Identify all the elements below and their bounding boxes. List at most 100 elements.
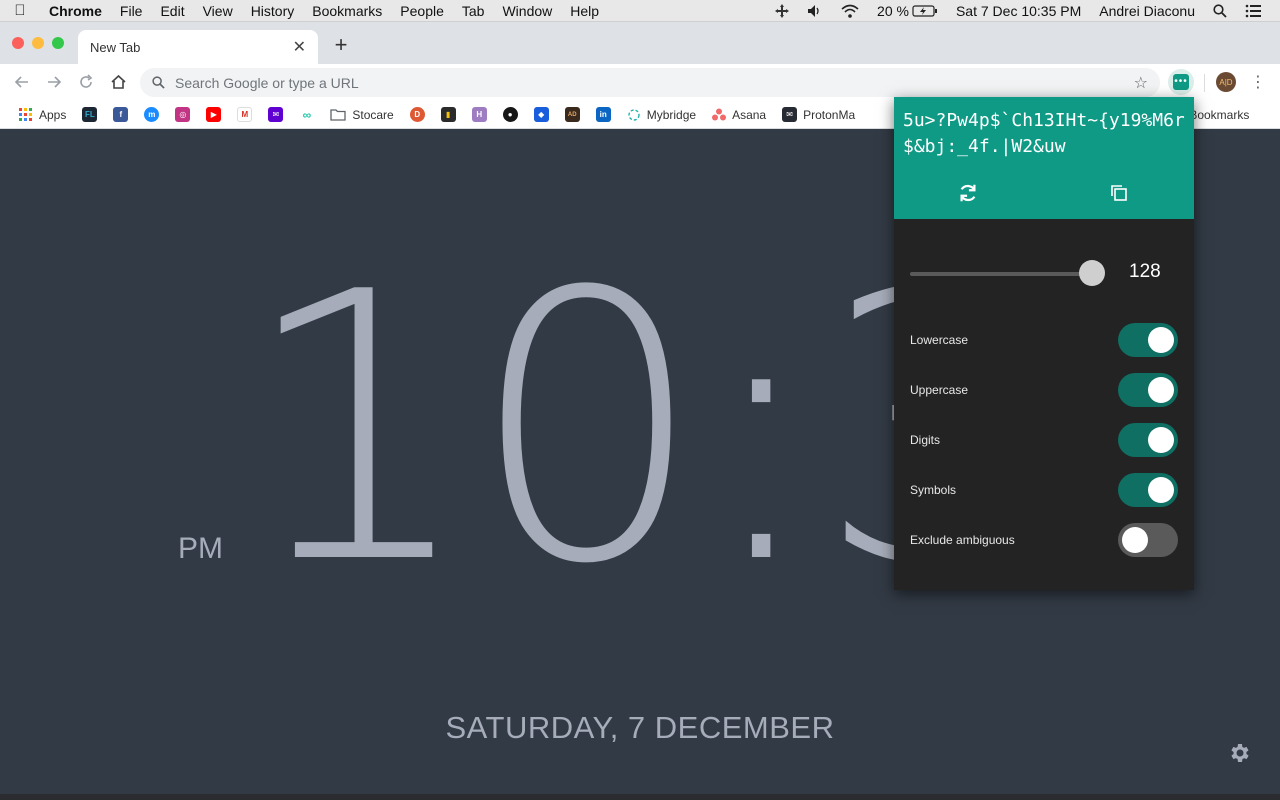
menu-file[interactable]: File (111, 3, 152, 19)
omnibox-input[interactable] (175, 74, 1134, 91)
menu-window[interactable]: Window (493, 3, 561, 19)
lowercase-toggle[interactable] (1118, 323, 1178, 357)
reload-button[interactable] (70, 66, 102, 98)
notification-center-icon[interactable] (1236, 4, 1270, 18)
reload-icon (80, 74, 93, 88)
refresh-icon (960, 184, 976, 202)
gmail-icon: M (237, 107, 253, 122)
protonmail-icon: ✉ (782, 107, 798, 122)
linkedin-icon: in (595, 107, 611, 122)
menu-people[interactable]: People (391, 3, 453, 19)
menu-view[interactable]: View (194, 3, 242, 19)
bookmark-github[interactable]: ● (495, 107, 526, 122)
macos-menu-bar:  Chrome File Edit View History Bookmark… (0, 0, 1280, 22)
bookmark-asana[interactable]: Asana (704, 108, 774, 122)
bookmark-apps[interactable]: Apps (10, 107, 74, 122)
toggle-knob (1148, 327, 1174, 353)
status-area: 20 % Sat 7 Dec 10:35 PM Andrei Diaconu (766, 3, 1280, 19)
bookmark-messenger[interactable]: m (136, 107, 167, 122)
forward-arrow-icon (48, 76, 62, 88)
battery-status[interactable]: 20 % (868, 3, 947, 19)
apps-grid-icon (18, 107, 33, 122)
bookmark-link[interactable]: ∞ (291, 107, 322, 122)
bookmark-label: Stocare (352, 107, 394, 122)
length-slider-track[interactable] (910, 272, 1100, 276)
menu-bookmarks[interactable]: Bookmarks (303, 3, 391, 19)
length-slider-row: 128 (910, 260, 1180, 288)
chrome-menu-icon[interactable]: ⋮ (1250, 72, 1266, 92)
menu-help[interactable]: Help (561, 3, 608, 19)
bookmark-instagram[interactable]: ◎ (167, 107, 198, 122)
bookmark-folder-stocare[interactable]: Stocare (322, 108, 401, 122)
menubar-user[interactable]: Andrei Diaconu (1090, 3, 1204, 19)
copy-button[interactable] (1107, 181, 1131, 205)
bookmark-gmail[interactable]: M (229, 107, 260, 122)
omnibox[interactable]: ☆ (140, 68, 1160, 97)
menu-tab[interactable]: Tab (453, 3, 494, 19)
regenerate-button[interactable] (956, 181, 980, 205)
heroku-icon: H (471, 107, 487, 122)
bookmark-heroku[interactable]: H (464, 107, 495, 122)
option-label: Exclude ambiguous (910, 533, 1015, 547)
battery-percent: 20 % (877, 2, 909, 19)
password-generator-popup: 5u>?Pw4p$`Ch13IHt~{y19%M6r$&bj:_4f.|W2&u… (894, 97, 1194, 590)
generated-password[interactable]: 5u>?Pw4p$`Ch13IHt~{y19%M6r$&bj:_4f.|W2&u… (903, 108, 1187, 166)
bookmark-youtube[interactable]: ▶ (198, 107, 229, 122)
facebook-icon: f (113, 107, 129, 122)
close-tab-icon[interactable]: ✕ (293, 37, 306, 57)
bookmark-bitwarden[interactable]: ◆ (526, 107, 557, 122)
bookmark-star-icon[interactable]: ☆ (1134, 73, 1148, 93)
settings-gear-icon[interactable] (1227, 741, 1251, 765)
maximize-window-button[interactable] (52, 37, 64, 49)
forward-button[interactable] (38, 66, 70, 98)
bookmark-keep[interactable]: ▮ (433, 107, 464, 122)
exclude-ambiguous-toggle[interactable] (1118, 523, 1178, 557)
bookmark-yahoo-mail[interactable]: ✉ (260, 107, 291, 122)
youtube-icon: ▶ (206, 107, 222, 122)
clock-ampm: PM (178, 532, 223, 565)
spotlight-search-icon[interactable] (1204, 3, 1236, 18)
length-slider-thumb[interactable] (1079, 260, 1105, 286)
uppercase-toggle[interactable] (1118, 373, 1178, 407)
home-button[interactable] (102, 66, 134, 98)
bookmark-ad[interactable]: AD (557, 107, 588, 122)
battery-icon (912, 4, 937, 17)
bookmark-label: Apps (39, 107, 67, 122)
bitwarden-icon: ◆ (533, 107, 549, 122)
browser-toolbar: ☆ ••• A|D ⋮ (0, 64, 1280, 101)
back-button[interactable] (6, 66, 38, 98)
popup-header: 5u>?Pw4p$`Ch13IHt~{y19%M6r$&bj:_4f.|W2&u… (894, 97, 1194, 219)
symbols-toggle[interactable] (1118, 473, 1178, 507)
new-tab-button[interactable]: + (330, 34, 352, 57)
minimize-window-button[interactable] (32, 37, 44, 49)
menu-app-name[interactable]: Chrome (40, 3, 111, 19)
volume-icon[interactable] (798, 4, 832, 18)
move-icon[interactable] (766, 3, 798, 18)
digits-toggle[interactable] (1118, 423, 1178, 457)
tab-title: New Tab (90, 39, 141, 55)
toggle-knob (1148, 377, 1174, 403)
password-generator-icon: ••• (1173, 74, 1189, 90)
option-uppercase: Uppercase (910, 373, 1178, 407)
wifi-icon[interactable] (832, 4, 868, 18)
menubar-clock[interactable]: Sat 7 Dec 10:35 PM (947, 3, 1090, 19)
asana-icon (712, 108, 727, 121)
bookmark-fl[interactable]: FL (74, 107, 105, 122)
bookmark-facebook[interactable]: f (105, 107, 136, 122)
bookmark-duckduckgo[interactable]: D (402, 107, 433, 122)
bookmark-label: Mybridge (646, 107, 697, 122)
option-symbols: Symbols (910, 473, 1178, 507)
profile-avatar[interactable]: A|D (1216, 72, 1236, 92)
tab-new-tab[interactable]: New Tab ✕ (78, 30, 318, 64)
bookmark-mybridge[interactable]: Mybridge (619, 108, 704, 122)
option-exclude-ambiguous: Exclude ambiguous (910, 523, 1178, 557)
menu-edit[interactable]: Edit (151, 3, 193, 19)
menu-history[interactable]: History (242, 3, 304, 19)
bookmark-linkedin[interactable]: in (588, 107, 619, 122)
keep-icon: ▮ (440, 107, 456, 122)
apple-menu-icon[interactable]:  (0, 2, 40, 19)
close-window-button[interactable] (12, 37, 24, 49)
password-generator-extension-button[interactable]: ••• (1168, 69, 1194, 95)
duckduckgo-icon: D (409, 107, 425, 122)
bookmark-protonmail[interactable]: ✉ ProtonMa (774, 107, 863, 122)
